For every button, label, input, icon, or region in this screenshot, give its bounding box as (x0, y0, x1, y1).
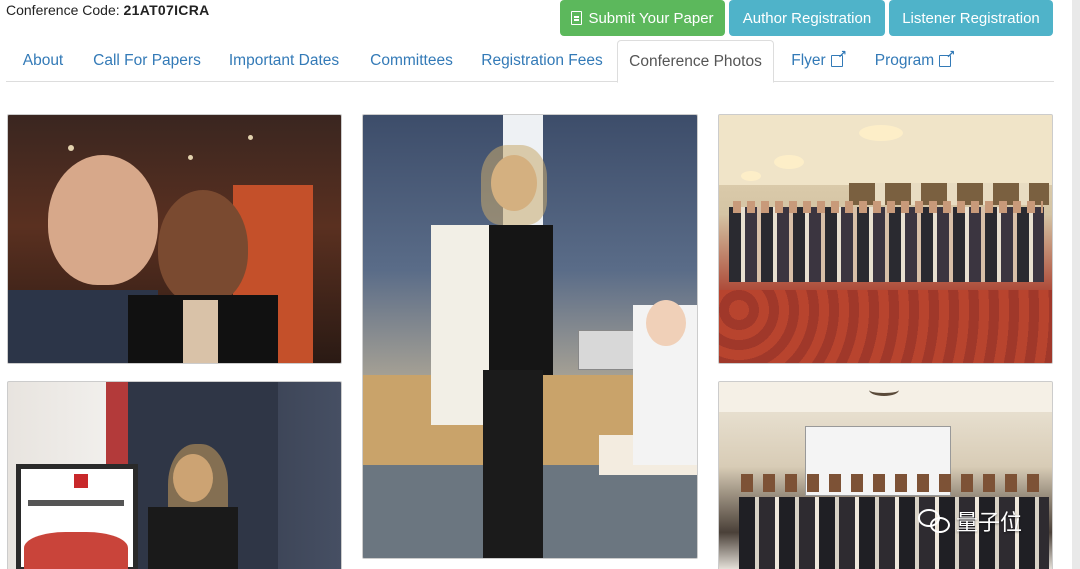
person-face (48, 155, 158, 285)
tab-important-dates[interactable]: Important Dates (214, 40, 354, 82)
tab-label: Flyer (791, 52, 826, 69)
tab-label: Important Dates (228, 52, 340, 69)
listener-registration-label: Listener Registration (902, 9, 1040, 27)
red-carpet (719, 290, 1052, 363)
tab-label: Registration Fees (481, 52, 603, 69)
sign-text-line (28, 500, 124, 506)
ceiling-light (248, 135, 253, 140)
person-face (158, 190, 248, 305)
tab-call-for-papers[interactable]: Call For Papers (80, 40, 214, 82)
ibis-logo (74, 474, 88, 488)
conference-photo-presenter[interactable] (362, 114, 698, 559)
conference-code-label: Conference Code: (6, 2, 120, 18)
person-shirt (183, 300, 218, 363)
author-registration-label: Author Registration (742, 9, 872, 27)
wechat-watermark: 量子位 (918, 505, 1022, 537)
chandelier (774, 155, 804, 169)
tab-conference-photos[interactable]: Conference Photos (617, 40, 774, 83)
conference-photo-welcome-sign[interactable] (7, 381, 342, 569)
person-scarf (431, 225, 489, 425)
chandelier (859, 125, 903, 141)
projector (578, 330, 638, 370)
tab-label: Committees (370, 52, 453, 69)
conference-photo-group-hall[interactable] (718, 114, 1053, 364)
nav-tabs: About Call For Papers Important Dates Co… (6, 40, 1054, 83)
group-of-people (729, 207, 1044, 282)
tab-program[interactable]: Program (863, 40, 963, 82)
ceiling-light (188, 155, 193, 160)
listener-registration-button[interactable]: Listener Registration (889, 0, 1053, 36)
tab-label: Conference Photos (629, 52, 762, 70)
wechat-icon (918, 507, 952, 535)
page-scroll-edge (1072, 0, 1080, 569)
conference-code: Conference Code: 21AT07ICRA (6, 2, 210, 18)
tab-flyer[interactable]: Flyer (777, 40, 857, 82)
tab-label: Call For Papers (93, 52, 201, 69)
tab-label: Program (874, 52, 935, 69)
conference-photo-group-screen[interactable] (718, 381, 1053, 569)
conference-code-value: 21AT07ICRA (123, 2, 210, 18)
document-icon (571, 11, 583, 25)
external-link-icon (830, 48, 847, 67)
ceiling-lamp (869, 384, 899, 396)
author-registration-button[interactable]: Author Registration (729, 0, 885, 36)
person-face (646, 300, 686, 346)
person-trousers (483, 370, 543, 558)
top-bar: Conference Code: 21AT07ICRA Submit Your … (0, 0, 1080, 40)
submit-paper-label: Submit Your Paper (588, 9, 714, 27)
tab-registration-fees[interactable]: Registration Fees (469, 40, 615, 82)
person-hair (481, 145, 547, 225)
tab-committees[interactable]: Committees (354, 40, 469, 82)
person-top (148, 507, 238, 569)
tab-about[interactable]: About (6, 40, 80, 82)
group-faces (733, 201, 1043, 213)
chandelier (741, 171, 761, 181)
submit-paper-button[interactable]: Submit Your Paper (560, 0, 725, 36)
tab-label: About (22, 52, 64, 69)
conference-photo-selfie[interactable] (7, 114, 342, 364)
external-link-icon (939, 48, 955, 67)
group-faces (741, 474, 1041, 492)
sign-pillow-graphic (24, 532, 128, 569)
watermark-text: 量子位 (956, 510, 1023, 535)
ceiling-light (68, 145, 74, 151)
